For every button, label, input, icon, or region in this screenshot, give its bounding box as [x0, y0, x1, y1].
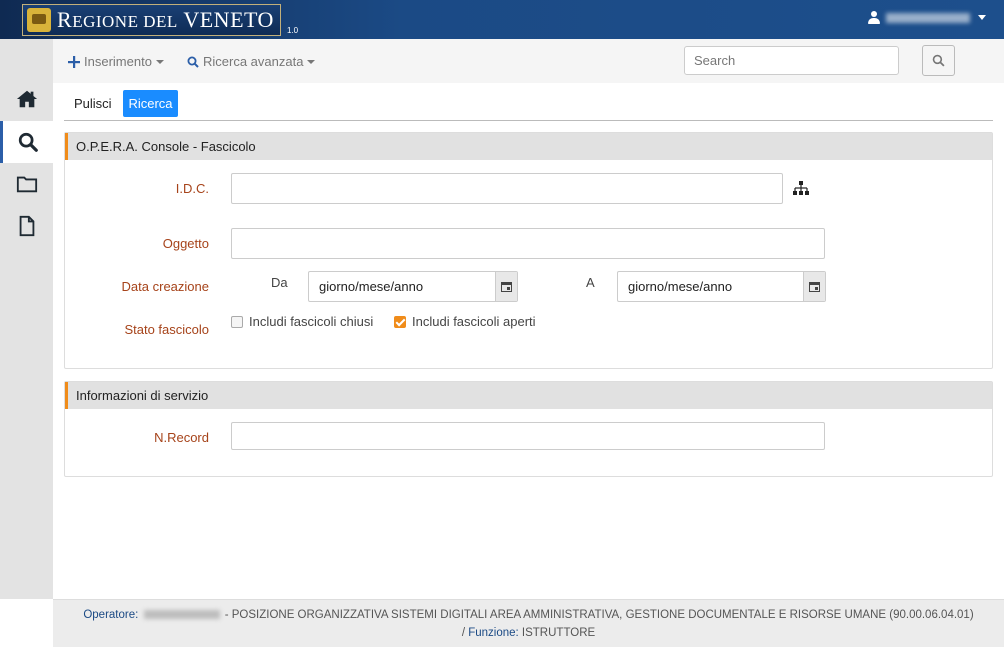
sidebar-item-home[interactable]: [0, 78, 53, 120]
search-submit-button[interactable]: Ricerca: [123, 90, 178, 117]
insert-menu[interactable]: Inserimento: [68, 54, 164, 69]
sidebar-item-document[interactable]: [0, 205, 53, 247]
panel-fascicolo: O.P.E.R.A. Console - Fascicolo I.D.C. Og…: [64, 132, 993, 369]
stato-fascicolo-label: Stato fascicolo: [124, 322, 209, 337]
operatore-desc: - POSIZIONE ORGANIZZATIVA SISTEMI DIGITA…: [224, 609, 974, 621]
checkbox-fascicoli-aperti[interactable]: Includi fascicoli aperti: [394, 314, 536, 329]
folder-icon: [16, 176, 37, 193]
idc-input[interactable]: [231, 173, 783, 204]
sidebar-item-search[interactable]: [0, 121, 53, 163]
advanced-search-label: Ricerca avanzata: [203, 54, 304, 69]
toolbar: Inserimento Ricerca avanzata: [53, 39, 1004, 83]
chevron-down-icon: [978, 15, 986, 20]
date-to-value: giorno/mese/anno: [628, 279, 733, 294]
plus-icon: [68, 55, 80, 68]
checkbox-label: Includi fascicoli aperti: [412, 314, 536, 329]
panel-informazioni-servizio: Informazioni di servizio N.Record: [64, 381, 993, 477]
chevron-down-icon: [307, 59, 316, 64]
oggetto-label: Oggetto: [162, 236, 209, 251]
date-to-field[interactable]: giorno/mese/anno: [617, 271, 826, 302]
funzione-key: Funzione:: [468, 627, 519, 639]
clear-button[interactable]: Pulisci: [74, 96, 112, 111]
user-icon: [868, 11, 880, 24]
hierarchy-icon[interactable]: [793, 181, 809, 195]
document-icon: [19, 215, 34, 237]
insert-menu-label: Inserimento: [84, 54, 152, 69]
idc-label: I.D.C.: [175, 181, 209, 196]
oggetto-input[interactable]: [231, 228, 825, 259]
nrecord-label: N.Record: [154, 430, 209, 445]
chevron-down-icon: [155, 59, 164, 64]
nrecord-input[interactable]: [231, 422, 825, 450]
panel-title: O.P.E.R.A. Console - Fascicolo: [65, 133, 992, 160]
version-label: 1.0: [286, 25, 299, 35]
footer-operatore: Operatore: - POSIZIONE ORGANIZZATIVA SIS…: [53, 609, 1004, 621]
da-label: Da: [271, 275, 288, 290]
calendar-button[interactable]: [803, 272, 825, 301]
search-input[interactable]: [684, 46, 899, 75]
divider: [64, 120, 993, 121]
checkbox-box[interactable]: [231, 315, 243, 328]
operatore-key: Operatore:: [83, 609, 139, 621]
top-banner: REGIONE DEL VENETO 1.0: [0, 0, 1004, 39]
home-icon: [16, 90, 37, 108]
logo-text: REGIONE DEL VENETO: [57, 7, 274, 32]
funzione-value: ISTRUTTORE: [521, 627, 596, 639]
calendar-button[interactable]: [495, 272, 517, 301]
advanced-search-menu[interactable]: Ricerca avanzata: [187, 54, 316, 69]
date-from-value: giorno/mese/anno: [319, 279, 424, 294]
operatore-name-redacted: [143, 610, 220, 620]
search-icon: [932, 54, 945, 67]
regione-veneto-logo[interactable]: REGIONE DEL VENETO 1.0: [22, 4, 298, 36]
sidebar: [0, 39, 53, 599]
calendar-icon: [501, 282, 512, 292]
checkbox-box-checked[interactable]: [394, 315, 406, 328]
logo-box: REGIONE DEL VENETO: [22, 4, 281, 36]
calendar-icon: [809, 282, 820, 292]
a-label: A: [586, 275, 595, 290]
date-from-field[interactable]: giorno/mese/anno: [308, 271, 518, 302]
checkbox-fascicoli-chiusi[interactable]: Includi fascicoli chiusi: [231, 314, 373, 329]
data-creazione-label: Data creazione: [121, 279, 209, 294]
panel-title: Informazioni di servizio: [65, 382, 992, 409]
user-menu[interactable]: [868, 11, 986, 24]
user-name-redacted: [886, 12, 970, 23]
sidebar-item-folder[interactable]: [0, 163, 53, 205]
search-icon: [187, 56, 199, 68]
crest-icon: [27, 8, 51, 32]
footer: Operatore: - POSIZIONE ORGANIZZATIVA SIS…: [53, 599, 1004, 647]
checkbox-label: Includi fascicoli chiusi: [249, 314, 374, 329]
footer-funzione: / Funzione: ISTRUTTORE: [53, 627, 1004, 639]
search-button[interactable]: [922, 45, 955, 76]
search-icon: [18, 132, 38, 152]
